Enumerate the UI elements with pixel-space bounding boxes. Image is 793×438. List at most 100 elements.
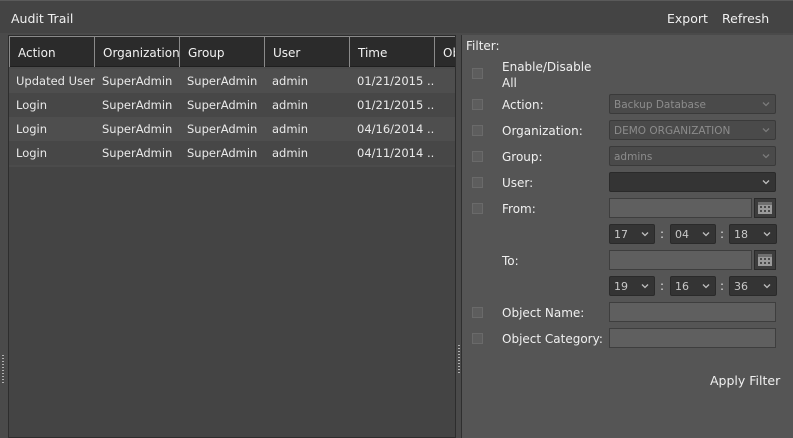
from-calendar-button[interactable] <box>754 198 776 218</box>
column-header-time[interactable]: Time <box>350 36 435 67</box>
from-date-input[interactable] <box>609 198 752 218</box>
cell-time: 04/16/2014 ... <box>357 122 435 136</box>
cell-organization: SuperAdmin <box>102 74 173 88</box>
action-checkbox[interactable] <box>472 99 483 110</box>
to-minute-value: 16 <box>675 280 689 293</box>
audit-grid-panel: Action Organization Group User Time Ob U… <box>8 35 456 438</box>
from-checkbox[interactable] <box>472 203 483 214</box>
from-minute-select[interactable]: 04 <box>670 224 716 244</box>
cell-time: 01/21/2015 ... <box>357 74 435 88</box>
chevron-down-icon <box>762 128 770 133</box>
to-second-value: 36 <box>734 280 748 293</box>
cell-action: Login <box>16 98 48 112</box>
object-category-label: Object Category: <box>502 332 603 346</box>
column-header-action[interactable]: Action <box>9 36 95 67</box>
to-time-separator: : <box>720 279 725 293</box>
title-bar: Audit Trail Export Refresh <box>0 0 793 33</box>
chevron-down-icon <box>763 232 771 237</box>
filter-heading: Filter: <box>466 39 500 53</box>
chevron-down-icon <box>702 232 710 237</box>
to-label: To: <box>502 254 519 268</box>
group-select-value: admins <box>614 151 653 163</box>
organization-select-value: DEMO ORGANIZATION <box>614 125 731 137</box>
cell-group: SuperAdmin <box>187 146 258 160</box>
column-header-organization[interactable]: Organization <box>95 36 180 67</box>
from-time-separator: : <box>660 227 665 241</box>
organization-select[interactable]: DEMO ORGANIZATION <box>609 120 776 140</box>
to-hour-select[interactable]: 19 <box>609 276 655 296</box>
column-header-group[interactable]: Group <box>180 36 265 67</box>
enable-all-label-line2: All <box>502 76 517 90</box>
cell-user: admin <box>272 74 309 88</box>
user-select[interactable] <box>609 172 776 192</box>
action-select-value: Backup Database <box>614 99 706 111</box>
organization-label: Organization: <box>502 124 583 138</box>
table-row[interactable]: Login SuperAdmin SuperAdmin admin 04/16/… <box>9 117 455 141</box>
cell-time: 04/11/2014 ... <box>357 146 435 160</box>
group-select[interactable]: admins <box>609 146 776 166</box>
object-category-input[interactable] <box>609 328 776 348</box>
user-checkbox[interactable] <box>472 177 483 188</box>
organization-checkbox[interactable] <box>472 125 483 136</box>
cell-group: SuperAdmin <box>187 98 258 112</box>
chevron-down-icon <box>702 284 710 289</box>
cell-group: SuperAdmin <box>187 122 258 136</box>
column-header-object[interactable]: Ob <box>435 36 455 67</box>
from-minute-value: 04 <box>675 228 689 241</box>
chevron-down-icon <box>762 180 770 185</box>
apply-filter-button[interactable]: Apply Filter <box>710 373 780 388</box>
cell-organization: SuperAdmin <box>102 98 173 112</box>
chevron-down-icon <box>763 284 771 289</box>
cell-user: admin <box>272 122 309 136</box>
action-select[interactable]: Backup Database <box>609 94 776 114</box>
to-minute-select[interactable]: 16 <box>670 276 716 296</box>
from-hour-value: 17 <box>614 228 628 241</box>
chevron-down-icon <box>641 232 649 237</box>
left-splitter-handle[interactable] <box>2 355 5 385</box>
group-checkbox[interactable] <box>472 151 483 162</box>
cell-user: admin <box>272 146 309 160</box>
cell-user: admin <box>272 98 309 112</box>
cell-time: 01/21/2015 ... <box>357 98 435 112</box>
from-label: From: <box>502 202 536 216</box>
to-hour-value: 19 <box>614 280 628 293</box>
to-second-select[interactable]: 36 <box>729 276 777 296</box>
from-second-value: 18 <box>734 228 748 241</box>
grid-empty-area <box>9 167 455 437</box>
to-date-input[interactable] <box>609 250 752 270</box>
chevron-down-icon <box>641 284 649 289</box>
cell-action: Login <box>16 122 48 136</box>
window-title: Audit Trail <box>11 11 74 26</box>
table-row[interactable]: Login SuperAdmin SuperAdmin admin 01/21/… <box>9 93 455 117</box>
object-category-checkbox[interactable] <box>472 333 483 344</box>
from-hour-select[interactable]: 17 <box>609 224 655 244</box>
audit-grid: Action Organization Group User Time Ob U… <box>9 36 455 167</box>
filter-panel: Filter: Enable/Disable All Action: Backu… <box>461 35 793 438</box>
action-label: Action: <box>502 98 544 112</box>
to-calendar-button[interactable] <box>754 250 776 270</box>
enable-all-checkbox[interactable] <box>472 68 483 79</box>
to-time-separator: : <box>660 279 665 293</box>
cell-group: SuperAdmin <box>187 74 258 88</box>
calendar-icon <box>758 254 772 266</box>
cell-organization: SuperAdmin <box>102 122 173 136</box>
cell-action: Updated User <box>16 74 95 88</box>
group-label: Group: <box>502 150 543 164</box>
chevron-down-icon <box>762 154 770 159</box>
table-row[interactable]: Login SuperAdmin SuperAdmin admin 04/11/… <box>9 141 455 165</box>
export-button[interactable]: Export <box>667 11 708 26</box>
chevron-down-icon <box>762 102 770 107</box>
calendar-icon <box>758 202 772 214</box>
cell-organization: SuperAdmin <box>102 146 173 160</box>
object-name-input[interactable] <box>609 302 776 322</box>
table-row[interactable]: Updated User SuperAdmin SuperAdmin admin… <box>9 69 455 93</box>
object-name-checkbox[interactable] <box>472 307 483 318</box>
cell-action: Login <box>16 146 48 160</box>
grid-rows: Updated User SuperAdmin SuperAdmin admin… <box>9 69 455 165</box>
from-time-separator: : <box>720 227 725 241</box>
refresh-button[interactable]: Refresh <box>722 11 769 26</box>
from-second-select[interactable]: 18 <box>729 224 777 244</box>
column-header-user[interactable]: User <box>265 36 350 67</box>
object-name-label: Object Name: <box>502 306 585 320</box>
grid-header: Action Organization Group User Time Ob <box>9 36 455 67</box>
